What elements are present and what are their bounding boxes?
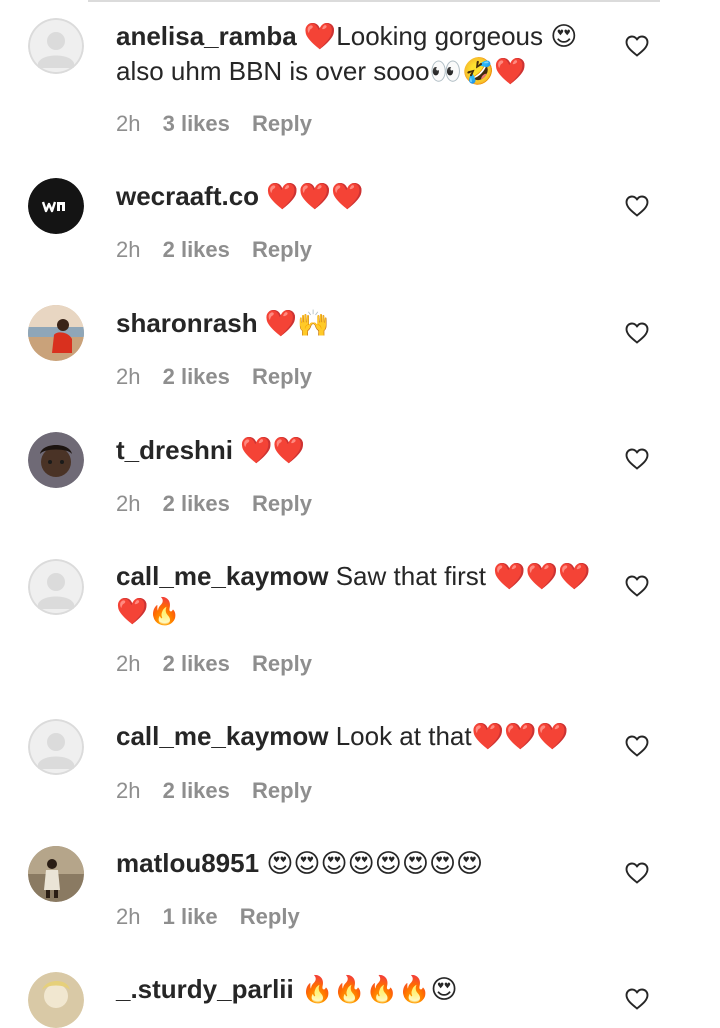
comment-meta: 2h 2 likes Reply [116,235,328,265]
comment-text-block: wecraaft.co ❤️❤️❤️ [116,179,606,214]
avatar[interactable] [28,18,84,74]
heart-outline-icon[interactable] [625,322,649,344]
profile-photo-icon [28,305,84,361]
avatar[interactable] [28,972,84,1028]
comment-time: 2h [116,237,141,262]
comment-text-block: anelisa_ramba ❤️Looking gorgeous 😍 also … [116,19,606,89]
comment-meta: 2h 2 likes Reply [116,649,328,679]
reply-button[interactable]: Reply [252,364,312,389]
wecraaft-logo-icon [28,178,84,234]
comment-text-block: sharonrash ❤️🙌 [116,306,606,341]
comment-meta: 2h 3 likes Reply [116,109,328,139]
reply-button[interactable]: Reply [240,904,300,929]
comment-likes[interactable]: 2 likes [163,778,230,803]
reply-button[interactable]: Reply [252,111,312,136]
comment-username[interactable]: call_me_kaymow [116,561,328,591]
user-silhouette-icon [28,559,84,615]
profile-photo-icon [28,972,84,1028]
comment-body: ❤️❤️ [240,435,306,465]
top-divider [88,0,660,2]
avatar[interactable] [28,846,84,902]
avatar[interactable] [28,305,84,361]
comment-body: 🔥🔥🔥🔥😍 [300,974,458,1004]
profile-photo-icon [28,432,84,488]
heart-outline-icon[interactable] [625,988,649,1010]
comment-body: ❤️🙌 [264,308,330,338]
reply-button[interactable]: Reply [252,778,312,803]
comment-text-block: call_me_kaymow Look at that❤️❤️❤️ [116,719,606,754]
comment-time: 2h [116,778,141,803]
avatar[interactable] [28,432,84,488]
comment-username[interactable]: sharonrash [116,308,258,338]
comment-time: 2h [116,904,141,929]
heart-outline-icon[interactable] [625,862,649,884]
comment-body: 😍😍😍😍😍😍😍😍 [266,848,484,878]
avatar[interactable] [28,559,84,615]
avatar[interactable] [28,719,84,775]
comment-text-block: t_dreshni ❤️❤️ [116,433,606,468]
comment-body: ❤️❤️❤️ [266,181,364,211]
comment-username[interactable]: anelisa_ramba [116,21,297,51]
comment-body: Look at that❤️❤️❤️ [335,721,569,751]
comment-likes[interactable]: 2 likes [163,651,230,676]
comment-text-block: matlou8951 😍😍😍😍😍😍😍😍 [116,846,606,881]
comment-meta: 2h 2 likes Reply [116,776,328,806]
comment-username[interactable]: t_dreshni [116,435,233,465]
comment-meta: 2h 2 likes Reply [116,362,328,392]
reply-button[interactable]: Reply [252,651,312,676]
heart-outline-icon[interactable] [625,195,649,217]
comment-text-block: call_me_kaymow Saw that first ❤️❤️❤️❤️🔥 [116,559,606,629]
user-silhouette-icon [28,18,84,74]
comment-username[interactable]: wecraaft.co [116,181,259,211]
comment-likes[interactable]: 2 likes [163,491,230,516]
comment-meta: 2h 1 like Reply [116,902,316,932]
heart-outline-icon[interactable] [625,448,649,470]
comment-text-block: _.sturdy_parlii 🔥🔥🔥🔥😍 [116,972,606,1007]
comment-likes[interactable]: 3 likes [163,111,230,136]
heart-outline-icon[interactable] [625,735,649,757]
comment-time: 2h [116,491,141,516]
comment-time: 2h [116,651,141,676]
comment-username[interactable]: _.sturdy_parlii [116,974,294,1004]
avatar[interactable] [28,178,84,234]
comment-likes[interactable]: 2 likes [163,364,230,389]
comment-time: 2h [116,111,141,136]
reply-button[interactable]: Reply [252,237,312,262]
comment-likes[interactable]: 2 likes [163,237,230,262]
profile-photo-icon [28,846,84,902]
comment-username[interactable]: call_me_kaymow [116,721,328,751]
user-silhouette-icon [28,719,84,775]
heart-outline-icon[interactable] [625,575,649,597]
comment-username[interactable]: matlou8951 [116,848,259,878]
reply-button[interactable]: Reply [252,491,312,516]
comment-meta: 2h 2 likes Reply [116,489,328,519]
heart-outline-icon[interactable] [625,35,649,57]
comment-likes[interactable]: 1 like [163,904,218,929]
comment-time: 2h [116,364,141,389]
